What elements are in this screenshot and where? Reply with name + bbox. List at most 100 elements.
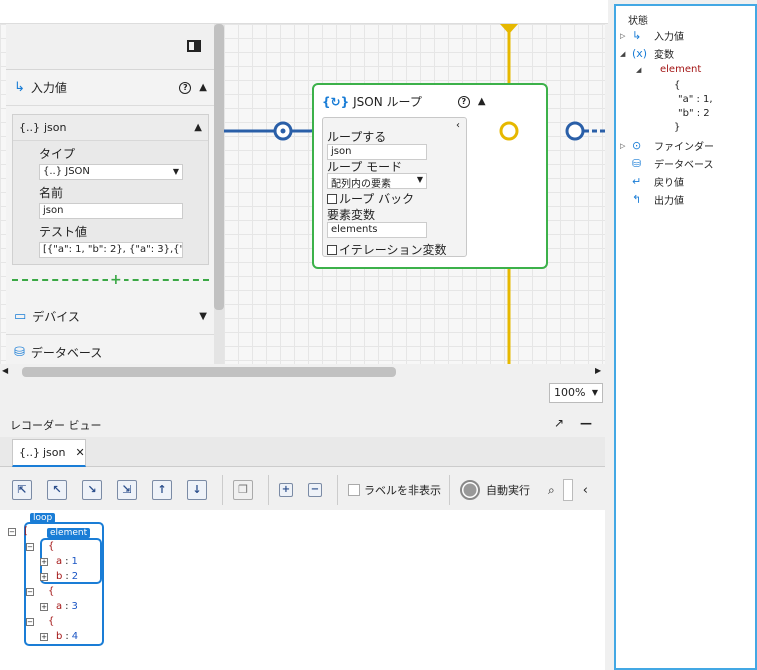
help-icon[interactable]: ? <box>457 95 470 108</box>
state-variables-label: 変数 <box>654 50 674 61</box>
chevron-up-icon[interactable]: ▲ <box>194 122 202 133</box>
key-b: b <box>56 631 63 642</box>
value-a1: 1 <box>71 556 78 567</box>
move-down-right-icon[interactable]: ↘ <box>82 480 102 500</box>
json-param-header[interactable]: {..} json ▲ <box>13 115 208 141</box>
expand-node-icon[interactable]: + <box>40 572 48 581</box>
expand-node-icon[interactable]: + <box>40 632 48 641</box>
tree-row-b2[interactable]: + b:4 <box>40 631 78 642</box>
scroll-left-icon[interactable]: ◀ <box>2 366 8 375</box>
hide-labels-checkbox[interactable]: ラベルを非表示 <box>348 482 441 498</box>
section-database[interactable]: ⛁ データベース <box>6 335 215 364</box>
collapse-panel-icon[interactable] <box>187 40 201 52</box>
expand-all-icon[interactable]: + <box>279 483 293 497</box>
chevron-down-icon[interactable]: ▼ <box>199 311 207 322</box>
type-select[interactable]: {..} JSON ▼ <box>39 164 183 180</box>
expand-node-icon[interactable]: + <box>40 602 48 611</box>
test-value-label: テスト値 <box>39 225 88 239</box>
move-up-left-icon[interactable]: ↖ <box>47 480 67 500</box>
hide-labels-label: ラベルを非表示 <box>364 484 441 497</box>
name-input[interactable]: json <box>39 203 183 219</box>
tree-row-a2[interactable]: + a:3 <box>40 601 78 612</box>
loop-icon: {↻} <box>322 94 350 109</box>
input-arrow-icon: ↳ <box>14 80 25 95</box>
recorder-tree: loop element −[ −{ + a:1 + b:2 −{ + a:3 −{ … <box>0 510 605 670</box>
state-input-row[interactable]: ▷ ↳ 入力値 <box>620 28 684 43</box>
section-device[interactable]: ▭ デバイス ▼ <box>6 299 215 335</box>
json-line: "b" : 2 <box>678 108 710 119</box>
move-top-left-icon[interactable]: ⇱ <box>12 480 32 500</box>
state-return-row[interactable]: ↵ 戻り値 <box>620 174 684 189</box>
chevron-up-icon[interactable]: ▲ <box>199 82 207 93</box>
database-icon: ⛁ <box>632 157 642 170</box>
canvas-hscroll-thumb[interactable] <box>22 367 396 377</box>
help-icon[interactable]: ? <box>179 81 192 94</box>
recorder-view-title: レコーダー ビュー <box>10 419 102 432</box>
collapse-node-icon[interactable]: − <box>26 617 34 626</box>
left-panel-scroll-thumb[interactable] <box>214 24 224 310</box>
tab-json[interactable]: {..} json ✕ <box>12 439 86 467</box>
element-var-input[interactable]: elements <box>327 222 427 238</box>
collapse-node-icon[interactable]: − <box>8 527 16 536</box>
object-open: { <box>48 541 55 552</box>
close-icon[interactable]: ✕ <box>76 446 85 459</box>
mode-value: 配列内の要素 <box>331 179 391 190</box>
expand-triangle-icon[interactable]: ▷ <box>620 142 632 150</box>
auto-run-label: 自動実行 <box>486 484 530 497</box>
mode-select[interactable]: 配列内の要素 ▼ <box>327 173 427 190</box>
database-icon: ⛁ <box>14 345 25 360</box>
dropdown-arrow-icon: ▼ <box>591 388 598 397</box>
auto-run-button[interactable]: 自動実行 <box>460 480 530 500</box>
tree-row-obj3[interactable]: −{ <box>26 616 54 627</box>
output-arrow-icon: ↰ <box>632 193 642 206</box>
node-output-port[interactable] <box>498 120 520 142</box>
chevron-up-icon[interactable]: ▲ <box>478 96 486 107</box>
loopback-checkbox[interactable]: ループ バック <box>327 190 414 207</box>
expand-node-icon[interactable]: + <box>40 557 48 566</box>
state-variables-row[interactable]: ◢ (x) 変数 <box>620 46 674 61</box>
element-badge: element <box>47 528 91 538</box>
scroll-right-icon[interactable]: ▶ <box>595 366 601 375</box>
tree-row-obj2[interactable]: −{ <box>26 586 54 597</box>
json-param-name: json <box>44 121 67 134</box>
collapse-node-icon[interactable]: − <box>26 587 34 596</box>
colon: : <box>65 601 69 612</box>
json-loop-node[interactable]: {↻} JSON ループ ? ▲ ‹ ループする json ループ モード 配列… <box>312 83 548 269</box>
chevron-left-icon[interactable]: ‹ <box>583 483 588 498</box>
tree-row-obj1[interactable]: −{ <box>26 541 54 552</box>
collapse-triangle-icon[interactable]: ◢ <box>636 66 648 74</box>
json-line: { <box>674 80 681 91</box>
section-input[interactable]: ↳ 入力値 ? ▲ <box>6 70 215 106</box>
minimize-icon[interactable]: — <box>580 416 592 430</box>
state-finder-row[interactable]: ▷ ⊙ ファインダー <box>620 138 714 153</box>
left-panel: ↳ 入力値 ? ▲ {..} json ▲ タイプ {..} JSON ▼ 名前 … <box>6 24 216 364</box>
search-input[interactable] <box>562 479 573 501</box>
dropdown-arrow-icon: ▼ <box>416 175 423 184</box>
state-output-row[interactable]: ↰ 出力値 <box>620 192 684 207</box>
tree-row-a1[interactable]: + a:1 <box>40 556 78 567</box>
loopback-label: ループ バック <box>339 192 415 206</box>
copy-icon[interactable]: ❐ <box>233 480 253 500</box>
state-element-row[interactable]: ◢ element <box>636 64 701 75</box>
move-bottom-right-icon[interactable]: ⇲ <box>117 480 137 500</box>
zoom-select[interactable]: 100% ▼ <box>549 383 603 403</box>
chevron-left-icon[interactable]: ‹ <box>456 120 460 131</box>
move-up-icon[interactable]: ↑ <box>152 480 172 500</box>
state-database-row[interactable]: ⛁ データベース <box>620 156 714 171</box>
move-down-icon[interactable]: ↓ <box>187 480 207 500</box>
tree-row-b1[interactable]: + b:2 <box>40 571 78 582</box>
node-title: JSON ループ <box>353 95 422 109</box>
expand-triangle-icon[interactable]: ▷ <box>620 32 632 40</box>
collapse-triangle-icon[interactable]: ◢ <box>620 50 632 58</box>
json-line: "a" : 1, <box>678 94 713 105</box>
tree-row-root[interactable]: −[ <box>8 526 28 537</box>
collapse-node-icon[interactable]: − <box>26 542 34 551</box>
plus-icon[interactable]: + <box>108 272 124 288</box>
collapse-all-icon[interactable]: − <box>308 483 322 497</box>
test-value-input[interactable]: [{"a": 1, "b": 2}, {"a": 3},{"b… <box>39 242 183 258</box>
iter-var-checkbox[interactable]: イテレーション変数 <box>327 241 447 258</box>
add-param-divider[interactable]: + <box>12 272 209 288</box>
node-properties: ‹ ループする json ループ モード 配列内の要素 ▼ ループ バック 要素変… <box>322 117 467 257</box>
popout-icon[interactable]: ↗ <box>554 416 564 430</box>
search-icon[interactable]: ⌕ <box>548 483 555 498</box>
